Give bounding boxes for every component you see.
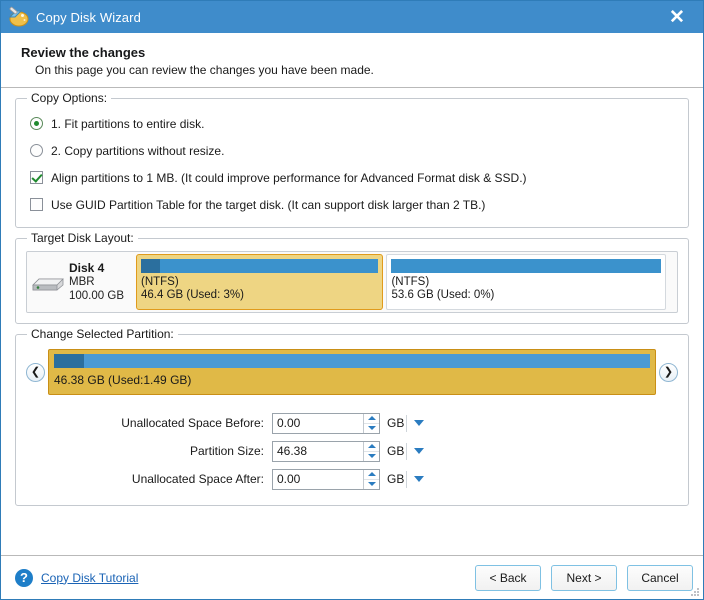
partition-block-2[interactable]: (NTFS) 53.6 GB (Used: 0%) xyxy=(386,254,667,310)
stepper-up-icon[interactable] xyxy=(364,414,379,424)
stepper-down-icon[interactable] xyxy=(364,451,379,461)
copy-options-legend: Copy Options: xyxy=(27,91,112,105)
partition-block-1[interactable]: (NTFS) 46.4 GB (Used: 3%) xyxy=(136,254,384,310)
selected-partition-block[interactable]: 46.38 GB (Used:1.49 GB) xyxy=(48,349,656,395)
disk-text: Disk 4 MBR 100.00 GB xyxy=(69,261,124,303)
stepper-down-icon[interactable] xyxy=(364,479,379,489)
radio-fit-partitions[interactable] xyxy=(30,117,43,130)
copy-disk-wizard-window: Copy Disk Wizard ✕ Review the changes On… xyxy=(0,0,704,600)
checkbox-use-gpt[interactable] xyxy=(30,198,43,211)
next-button[interactable]: Next > xyxy=(551,564,617,591)
disk-panel: Disk 4 MBR 100.00 GB (NTFS) 46.4 GB (Use… xyxy=(26,251,678,313)
radio-copy-without-resize[interactable] xyxy=(30,144,43,157)
selected-partition-usage-bar xyxy=(54,354,650,368)
stepper-down-icon[interactable] xyxy=(364,423,379,433)
close-icon[interactable]: ✕ xyxy=(659,1,695,33)
option-label: 1. Fit partitions to entire disk. xyxy=(51,116,205,131)
partition-strip: (NTFS) 46.4 GB (Used: 3%) (NTFS) 53.6 GB… xyxy=(133,252,677,312)
selected-partition-caption: 46.38 GB (Used:1.49 GB) xyxy=(54,373,192,387)
field-label: Unallocated Space Before: xyxy=(121,416,264,430)
field-unallocated-space-before: Unallocated Space Before: GB xyxy=(26,409,678,437)
option-fit-partitions[interactable]: 1. Fit partitions to entire disk. xyxy=(30,111,676,136)
unit-separator xyxy=(406,414,407,432)
selected-partition-used-fill xyxy=(54,354,84,368)
option-label: Use GUID Partition Table for the target … xyxy=(51,197,486,212)
unallocated-before-input[interactable] xyxy=(273,413,363,433)
chevron-right-icon[interactable]: ❯ xyxy=(659,362,678,382)
partition-usage-bar xyxy=(391,259,662,273)
partition-usage-bar xyxy=(141,259,379,273)
disk-scheme: MBR xyxy=(69,276,95,288)
option-align-partitions[interactable]: Align partitions to 1 MB. (It could impr… xyxy=(30,165,676,190)
help-icon[interactable]: ? xyxy=(15,568,33,587)
field-label: Partition Size: xyxy=(189,444,264,458)
unit-separator xyxy=(406,470,407,488)
copy-disk-tutorial-link[interactable]: Copy Disk Tutorial xyxy=(41,571,138,585)
size-fields: Unallocated Space Before: GB xyxy=(26,399,678,497)
resize-grip[interactable] xyxy=(690,587,700,597)
partition-summary: 53.6 GB (Used: 0%) xyxy=(391,289,495,301)
disk-capacity: 100.00 GB xyxy=(69,290,124,302)
option-label: 2. Copy partitions without resize. xyxy=(51,143,225,158)
stepper-up-icon[interactable] xyxy=(364,470,379,480)
selected-partition-row: ❮ 46.38 GB (Used:1.49 GB) ❯ xyxy=(26,347,678,399)
unallocated-before-stepper[interactable] xyxy=(272,412,380,434)
stepper-buttons[interactable] xyxy=(363,469,379,489)
partition-size-stepper[interactable] xyxy=(272,440,380,462)
unit-dropdown-icon[interactable] xyxy=(414,448,424,454)
chevron-left-icon[interactable]: ❮ xyxy=(26,362,45,382)
partition-summary: 46.4 GB (Used: 3%) xyxy=(141,289,244,301)
partition-filesystem: (NTFS) xyxy=(141,276,179,288)
unallocated-after-input[interactable] xyxy=(273,469,363,489)
change-selected-partition-legend: Change Selected Partition: xyxy=(27,327,178,341)
page-header: Review the changes On this page you can … xyxy=(1,33,703,88)
stepper-buttons[interactable] xyxy=(363,413,379,433)
disk-info: Disk 4 MBR 100.00 GB xyxy=(27,252,133,312)
partition-filesystem: (NTFS) xyxy=(391,276,430,288)
field-partition-size: Partition Size: GB xyxy=(26,437,678,465)
hard-disk-icon xyxy=(31,272,65,292)
checkbox-align-partitions[interactable] xyxy=(30,171,43,184)
wizard-body: Copy Options: 1. Fit partitions to entir… xyxy=(1,88,703,555)
copy-disk-wizard-icon xyxy=(7,6,29,28)
partition-used-fill xyxy=(141,259,160,273)
stepper-up-icon[interactable] xyxy=(364,442,379,452)
copy-options-group: Copy Options: 1. Fit partitions to entir… xyxy=(15,91,689,228)
title-bar: Copy Disk Wizard ✕ xyxy=(1,1,703,33)
partition-size-input[interactable] xyxy=(273,441,363,461)
page-title: Review the changes xyxy=(21,45,146,60)
target-disk-layout-group: Target Disk Layout: Disk 4 MBR 100.00 GB… xyxy=(15,231,689,324)
wizard-footer: ? Copy Disk Tutorial < Back Next > Cance… xyxy=(1,555,703,599)
unit-label: GB xyxy=(387,444,405,458)
unit-separator xyxy=(406,442,407,460)
disk-name: Disk 4 xyxy=(69,261,105,275)
field-unallocated-space-after: Unallocated Space After: GB xyxy=(26,465,678,493)
unallocated-after-stepper[interactable] xyxy=(272,468,380,490)
unit-dropdown-icon[interactable] xyxy=(414,476,424,482)
option-label: Align partitions to 1 MB. (It could impr… xyxy=(51,170,527,185)
change-selected-partition-group: Change Selected Partition: ❮ 46.38 GB (U… xyxy=(15,327,689,506)
back-button[interactable]: < Back xyxy=(475,564,541,591)
window-title: Copy Disk Wizard xyxy=(36,9,141,25)
unit-dropdown-icon[interactable] xyxy=(414,420,424,426)
unit-label: GB xyxy=(387,472,405,486)
option-use-gpt[interactable]: Use GUID Partition Table for the target … xyxy=(30,192,676,217)
unit-label: GB xyxy=(387,416,405,430)
stepper-buttons[interactable] xyxy=(363,441,379,461)
option-copy-without-resize[interactable]: 2. Copy partitions without resize. xyxy=(30,138,676,163)
cancel-button[interactable]: Cancel xyxy=(627,564,693,591)
field-label: Unallocated Space After: xyxy=(131,472,264,486)
target-disk-layout-legend: Target Disk Layout: xyxy=(27,231,138,245)
page-subtitle: On this page you can review the changes … xyxy=(35,63,374,77)
